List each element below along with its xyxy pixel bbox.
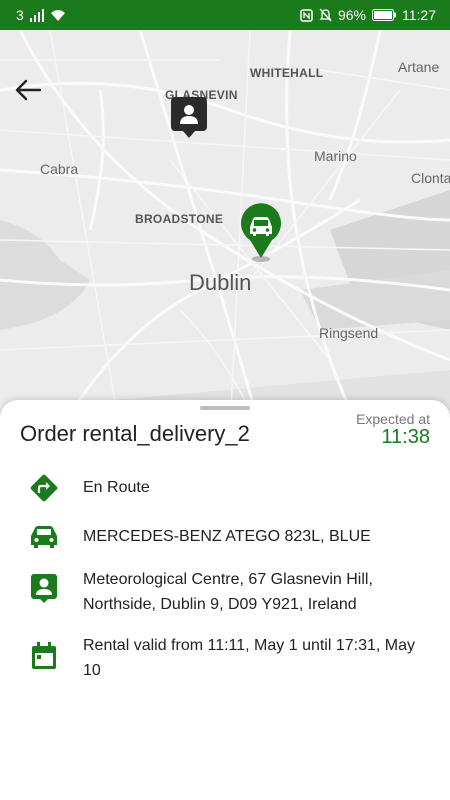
map-label-dublin: Dublin: [189, 270, 252, 295]
expected-at-label: Expected at: [356, 411, 430, 427]
calendar-icon: [32, 642, 56, 669]
carrier-label: 3: [16, 7, 24, 23]
destination-pin-icon[interactable]: [170, 96, 208, 140]
order-details-sheet: Order rental_delivery_2 Expected at 11:3…: [0, 400, 450, 800]
mute-icon: [319, 8, 332, 22]
back-button[interactable]: [10, 72, 46, 108]
vehicle-location-pin-icon[interactable]: [237, 202, 285, 262]
car-icon: [31, 526, 57, 548]
battery-percent: 96%: [337, 7, 366, 23]
map-label-clontarf: Clonta: [411, 170, 450, 186]
back-arrow-icon: [15, 79, 42, 101]
nfc-icon: [300, 8, 313, 22]
vehicle-text: MERCEDES-BENZ ATEGO 823L, BLUE: [83, 528, 371, 545]
status-bar: 3 96% 11:27: [0, 0, 450, 30]
order-title: Order rental_delivery_2: [20, 421, 250, 446]
map-label-broadstone: BROADSTONE: [135, 212, 224, 226]
battery-icon: [372, 9, 396, 21]
directions-icon: [30, 474, 58, 502]
contact-location-icon: [31, 574, 57, 603]
sheet-drag-handle[interactable]: [200, 406, 250, 410]
signal-icon: [29, 8, 44, 22]
expected-time: 11:38: [381, 426, 430, 448]
rental-period-text: Rental valid from 11:11, May 1 until 17:…: [83, 637, 416, 679]
map-label-artane: Artane: [398, 59, 440, 75]
map-label-whitehall: WHITEHALL: [250, 66, 324, 80]
map-label-ringsend: Ringsend: [319, 325, 379, 341]
map-label-marino: Marino: [314, 148, 357, 164]
status-text: En Route: [83, 479, 150, 496]
address-text: Meteorological Centre, 67 Glasnevin Hill…: [83, 571, 373, 613]
clock: 11:27: [402, 7, 436, 23]
map-label-cabra: Cabra: [40, 161, 79, 177]
map-view[interactable]: WHITEHALL Artane GLASNEVIN Cabra Marino …: [0, 30, 450, 430]
wifi-icon: [50, 9, 65, 21]
